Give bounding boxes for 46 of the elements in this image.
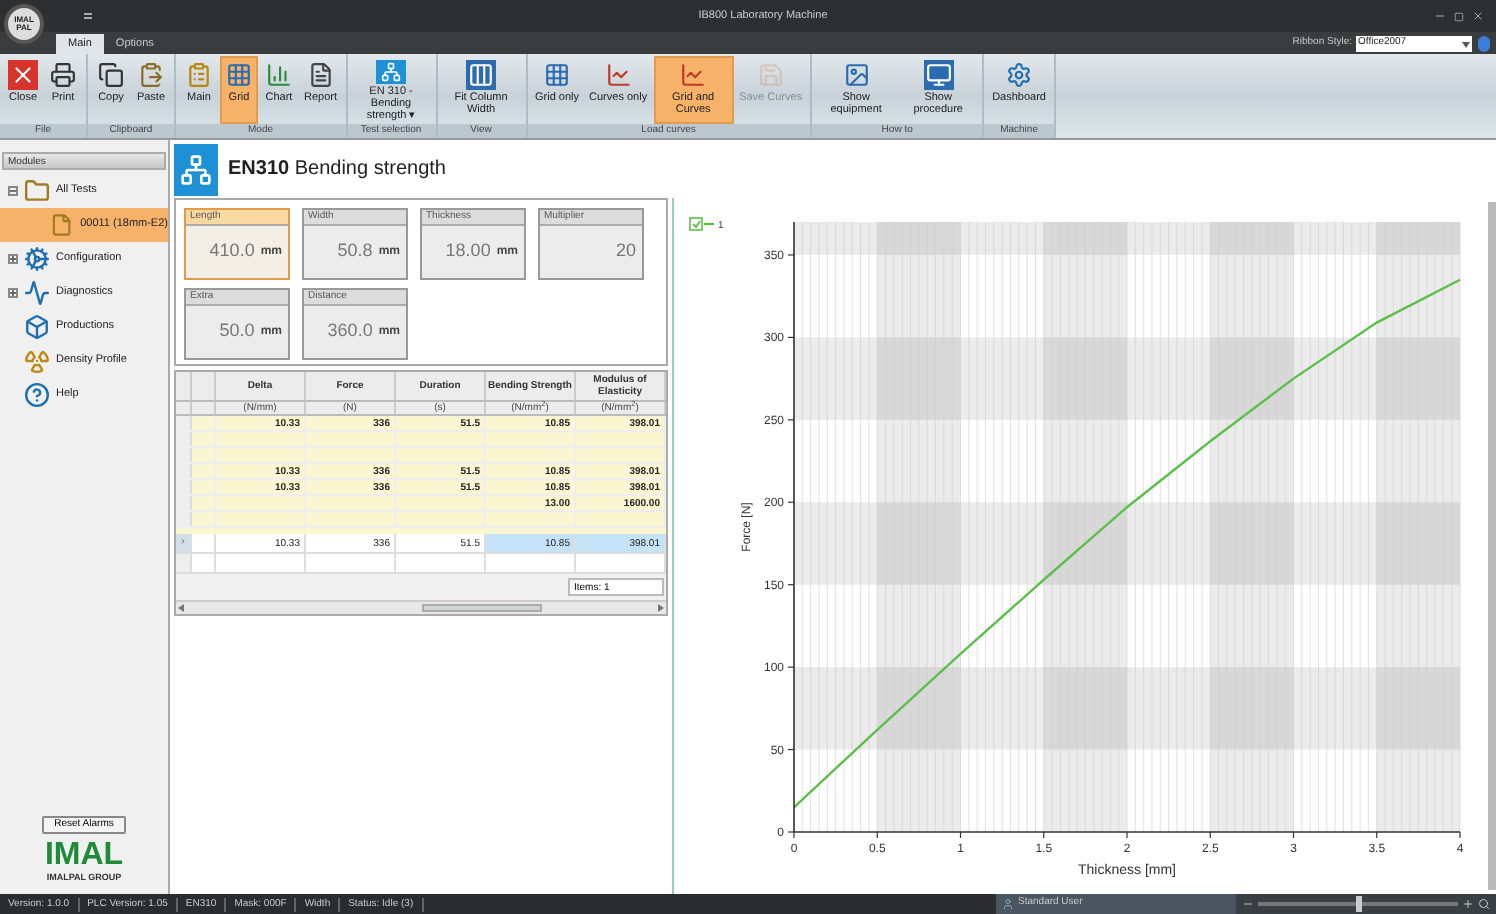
expand-icon[interactable] [8, 254, 18, 264]
vertical-scrollbar[interactable] [1488, 202, 1496, 890]
bar-chart-icon [264, 60, 294, 90]
settings-icon [1004, 60, 1035, 90]
help-icon [24, 382, 50, 408]
zoom-out-icon[interactable] [1242, 898, 1254, 910]
document-icon [50, 212, 75, 238]
info-icon[interactable] [1478, 36, 1490, 52]
search-icon[interactable] [1478, 898, 1490, 910]
save-icon [755, 60, 786, 90]
gear-icon [24, 246, 50, 272]
clipboard-icon [184, 60, 214, 90]
quick-access-icon[interactable] [84, 12, 92, 20]
maximize-icon[interactable] [1454, 11, 1464, 21]
scroll-left-icon[interactable] [178, 604, 184, 612]
scrollbar-thumb[interactable] [421, 604, 541, 612]
monitor-icon [923, 60, 954, 90]
page-title: EN310 Bending strength [228, 156, 446, 184]
expand-icon[interactable] [8, 288, 18, 298]
line-chart-icon [678, 60, 709, 90]
minimize-icon[interactable] [1434, 10, 1446, 22]
hierarchy-icon [376, 60, 407, 84]
collapse-icon[interactable] [8, 186, 18, 196]
document-icon [305, 60, 336, 90]
grid-icon [542, 60, 573, 90]
folder-icon [24, 178, 50, 204]
radiation-icon [24, 348, 50, 374]
brand-logo: IMAL [44, 840, 124, 873]
scroll-right-icon[interactable] [658, 604, 664, 612]
cube-icon [24, 314, 50, 340]
horizontal-scrollbar[interactable] [176, 600, 666, 614]
pulse-icon [24, 280, 50, 306]
printer-icon [48, 60, 78, 90]
close-icon[interactable] [1472, 10, 1484, 22]
legend-checkbox[interactable] [689, 217, 703, 231]
grid-icon [224, 60, 254, 90]
clipboard-icon [136, 60, 166, 90]
dropdown-icon [1462, 41, 1470, 47]
copy-icon [96, 60, 126, 90]
close-icon [8, 60, 38, 90]
zoom-in-icon[interactable] [1462, 898, 1474, 910]
user-icon [1002, 898, 1014, 910]
image-icon [841, 60, 872, 90]
columns-icon [466, 60, 497, 90]
line-chart-icon [603, 60, 634, 90]
zoom-thumb[interactable] [1356, 896, 1362, 912]
